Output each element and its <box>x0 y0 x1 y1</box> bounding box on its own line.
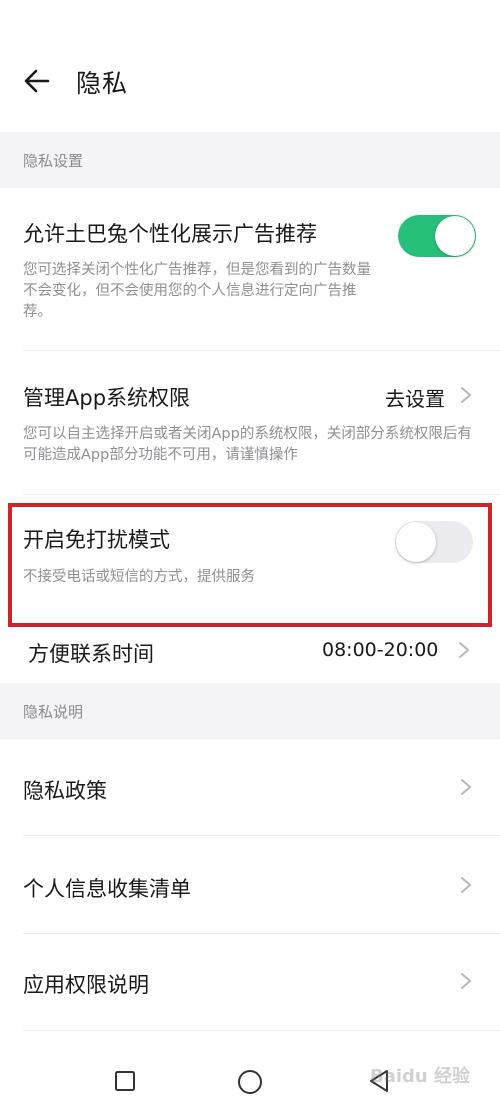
permissions-title: 管理App系统权限 <box>23 386 191 410</box>
contact-time-value: 08:00-20:00 <box>322 639 439 661</box>
ads-setting-desc: 您可选择关闭个性化广告推荐，但是您看到的广告数量不会变化，但不会使用您的个人信息… <box>23 262 371 320</box>
chevron-right-icon <box>461 387 471 403</box>
divider <box>23 350 500 351</box>
permissions-desc: 您可以自主选择开启或者关闭App的系统权限，关闭部分系统权限后有可能造成App部… <box>23 426 472 463</box>
ads-toggle[interactable] <box>398 215 476 257</box>
recent-apps-icon[interactable] <box>114 1070 136 1092</box>
chevron-right-icon <box>461 779 471 795</box>
dnd-desc: 不接受电话或短信的方式，提供服务 <box>23 569 255 585</box>
privacy-policy-label: 隐私政策 <box>23 779 107 803</box>
divider <box>23 835 500 836</box>
chevron-right-icon <box>461 973 471 989</box>
back-arrow-icon[interactable] <box>22 66 52 96</box>
chevron-right-icon <box>459 642 469 658</box>
contact-time-title: 方便联系时间 <box>28 642 154 666</box>
divider <box>23 933 500 934</box>
dnd-title: 开启免打扰模式 <box>23 528 170 552</box>
section-label-privacy-settings: 隐私设置 <box>0 132 500 188</box>
dnd-toggle[interactable] <box>395 521 473 563</box>
watermark: Baidu 经验 <box>369 1066 470 1087</box>
toggle-knob <box>435 216 475 256</box>
personal-info-label: 个人信息收集清单 <box>23 877 191 901</box>
divider <box>23 494 500 495</box>
app-permissions-label: 应用权限说明 <box>23 973 149 997</box>
ads-setting-title: 允许土巴兔个性化展示广告推荐 <box>23 222 317 246</box>
toggle-knob <box>396 522 436 562</box>
section-label-privacy-info: 隐私说明 <box>0 683 500 739</box>
permissions-action[interactable]: 去设置 <box>385 383 445 412</box>
page-title: 隐私 <box>76 69 129 98</box>
divider <box>23 1030 500 1031</box>
home-icon[interactable] <box>237 1069 263 1095</box>
chevron-right-icon <box>461 877 471 893</box>
header: 隐私 <box>0 0 500 132</box>
